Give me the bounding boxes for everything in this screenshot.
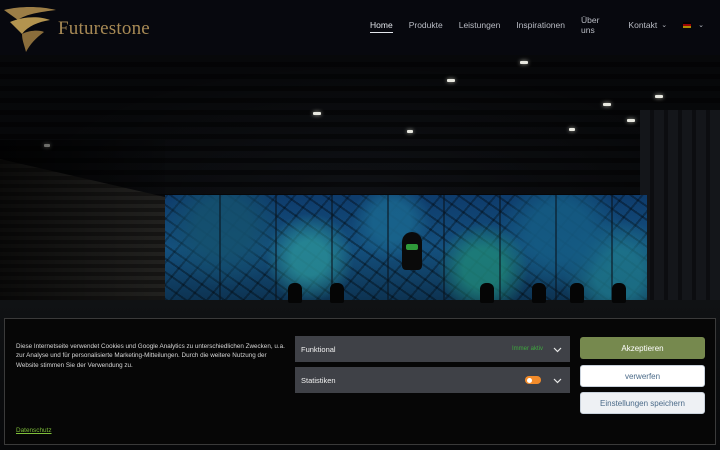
always-active-status: Immer aktiv — [511, 346, 543, 352]
nav-item-label: Home — [370, 20, 393, 30]
preference-statistics[interactable]: Statistiken — [295, 367, 570, 393]
bar-stool — [570, 283, 584, 303]
nav-item-label: Inspirationen — [516, 20, 565, 30]
ceiling-light — [447, 79, 455, 82]
chevron-down-icon: ⌄ — [661, 22, 668, 29]
chevron-down-icon — [553, 376, 562, 385]
person-silhouette — [402, 232, 422, 270]
save-preferences-button[interactable]: Einstellungen speichern — [580, 392, 705, 414]
cookie-consent-banner: Diese Internetseite verwendet Cookies un… — [4, 318, 716, 445]
chevron-down-icon — [553, 345, 562, 354]
gold-swirl-logo-icon — [4, 7, 56, 52]
nav-item-home[interactable]: Home — [370, 17, 393, 33]
nav-item-ueber-uns[interactable]: Über uns — [580, 15, 612, 35]
wood-panel-wall — [640, 110, 720, 330]
main-navigation: Home Produkte Leistungen Inspirationen Ü… — [370, 15, 720, 35]
preference-functional[interactable]: Funktional Immer aktiv — [295, 336, 570, 362]
nav-item-produkte[interactable]: Produkte — [409, 17, 443, 33]
nav-item-label: Über uns — [580, 15, 600, 35]
ceiling-light — [313, 112, 321, 115]
bar-stool — [330, 283, 344, 303]
privacy-policy-link[interactable]: Datenschutz — [16, 427, 52, 434]
ceiling-light — [569, 128, 575, 131]
ceiling-light — [407, 130, 413, 133]
brand-name: Futurestone — [58, 18, 150, 39]
cookie-notice-text: Diese Internetseite verwendet Cookies un… — [16, 343, 285, 369]
german-flag-icon — [683, 22, 692, 28]
nav-item-label: Leistungen — [458, 20, 501, 30]
site-header: Futurestone Home Produkte Leistungen Ins… — [0, 0, 720, 55]
accept-button[interactable]: Akzeptieren — [580, 337, 705, 359]
deny-button[interactable]: verwerfen — [580, 365, 705, 387]
ceiling-light — [655, 95, 663, 98]
preference-label: Funktional — [301, 344, 336, 354]
brand-logo[interactable]: Futurestone — [0, 4, 160, 54]
nav-item-label: Produkte — [408, 20, 443, 30]
bar-stool — [288, 283, 302, 303]
ceiling-light — [627, 119, 635, 122]
nav-item-inspirationen[interactable]: Inspirationen — [516, 17, 565, 33]
ceiling-light — [520, 61, 528, 64]
bar-stool — [612, 283, 626, 303]
nav-item-kontakt[interactable]: Kontakt ⌄ — [628, 17, 667, 33]
nav-item-label: Kontakt — [628, 20, 658, 30]
ceiling-light — [603, 103, 611, 106]
preference-label: Statistiken — [301, 375, 336, 385]
bar-stool — [480, 283, 494, 303]
language-switcher[interactable]: ⌄ — [683, 17, 704, 33]
nav-item-leistungen[interactable]: Leistungen — [459, 17, 501, 33]
person-accent — [406, 244, 418, 250]
chevron-down-icon: ⌄ — [698, 22, 704, 29]
statistics-toggle[interactable] — [525, 376, 541, 384]
bar-stool — [532, 283, 546, 303]
